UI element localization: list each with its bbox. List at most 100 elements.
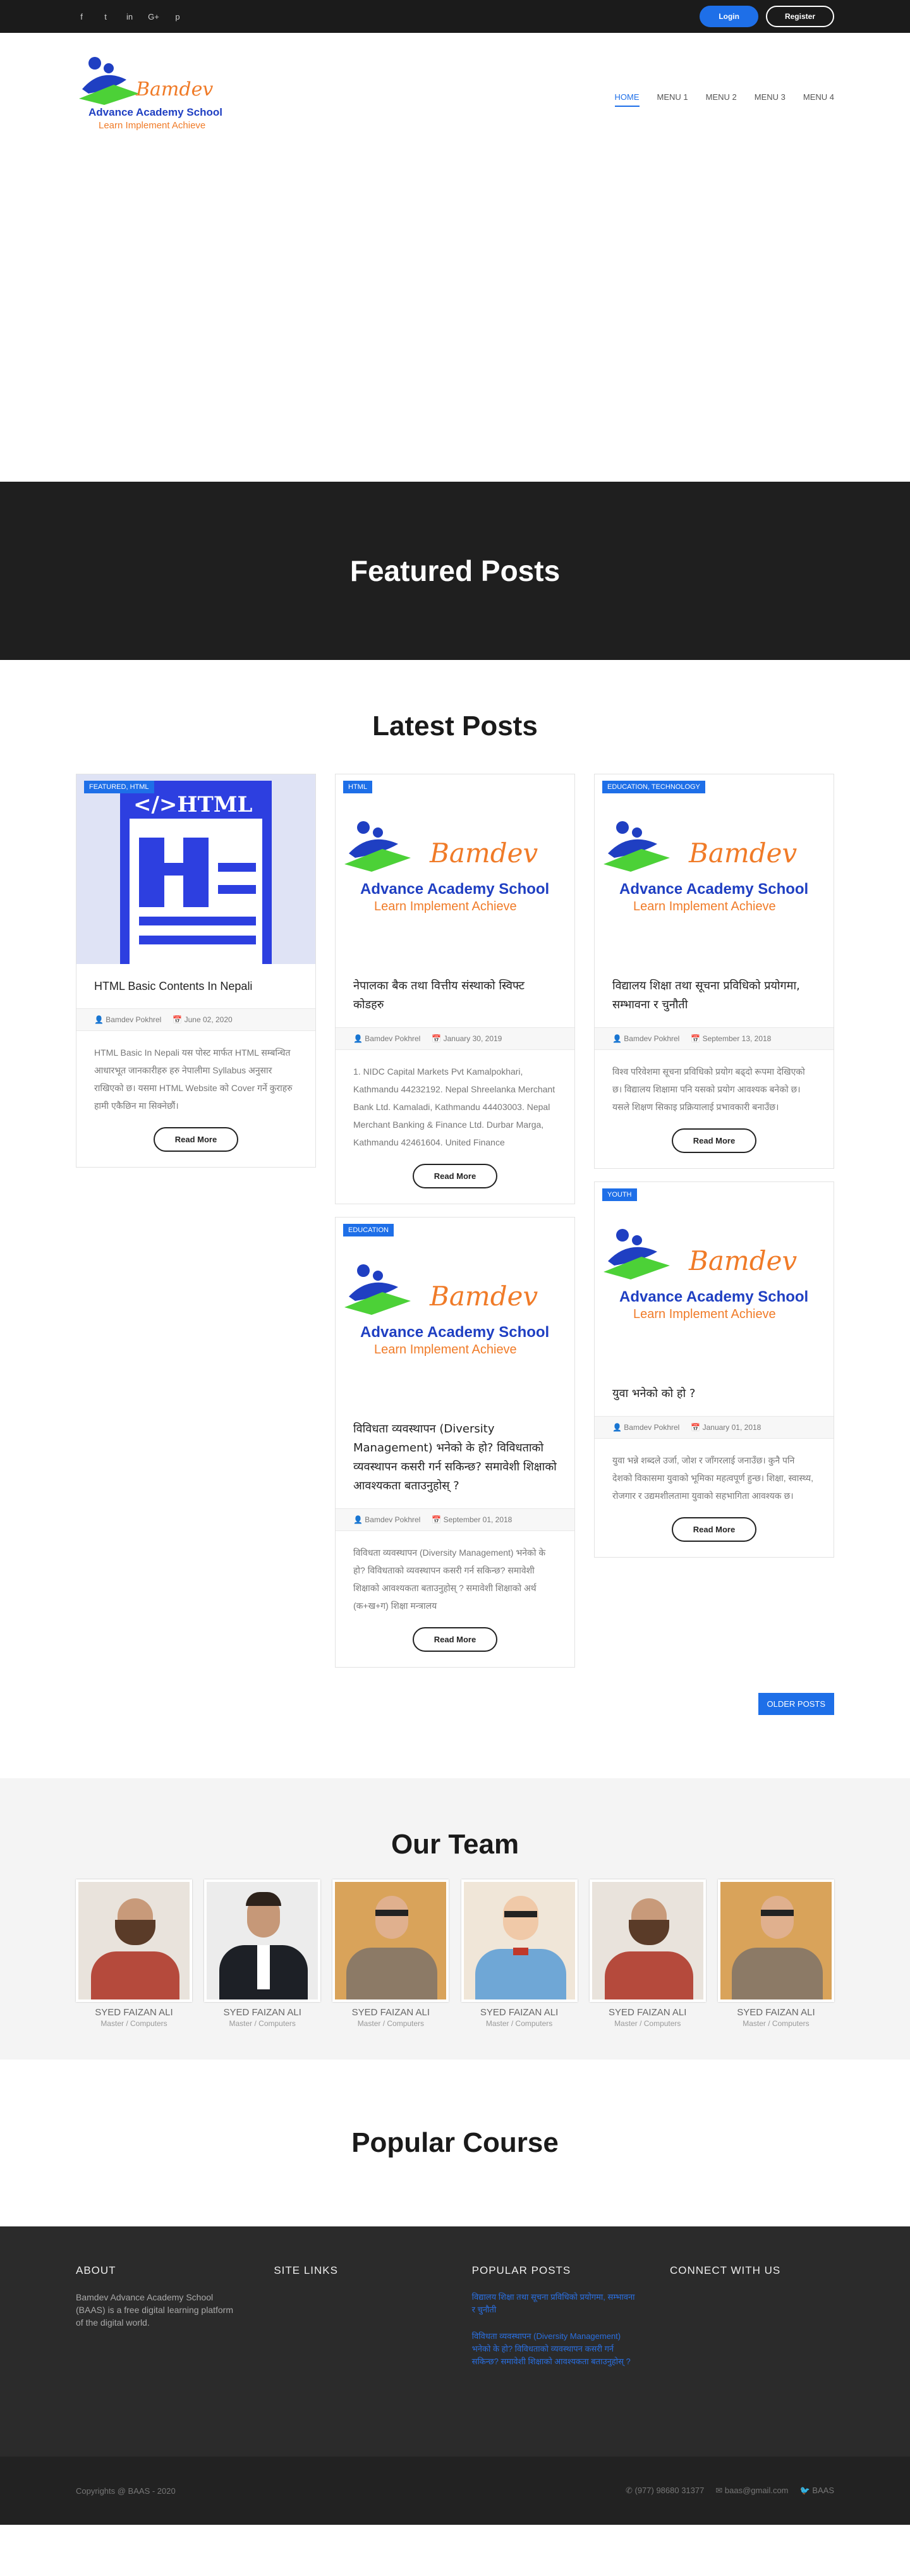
member-name: SYED FAIZAN ALI <box>95 2007 173 2018</box>
logo-line1: Advance Academy School <box>88 106 222 118</box>
post-meta: 👤 Bamdev Pokhrel 📅 September 13, 2018 <box>595 1027 834 1050</box>
top-bar: f t in G+ p Login Register <box>0 0 910 33</box>
featured-banner: Featured Posts <box>0 482 910 660</box>
post-title[interactable]: युवा भनेको को हो ? <box>595 1372 834 1416</box>
post-tag[interactable]: HTML <box>343 781 372 793</box>
nav-menu-4[interactable]: MENU 4 <box>803 92 834 107</box>
post-author: 👤 Bamdev Pokhrel <box>353 1034 421 1043</box>
linkedin-icon[interactable]: in <box>124 12 135 21</box>
post-card: Bamdev Advance Academy School Learn Impl… <box>594 774 834 1169</box>
facebook-icon[interactable]: f <box>76 12 87 21</box>
read-more-button[interactable]: Read More <box>412 1164 498 1188</box>
member-name: SYED FAIZAN ALI <box>223 2007 301 2018</box>
post-title[interactable]: HTML Basic Contents In Nepali <box>76 964 315 1008</box>
logo-image: Bamdev Advance Academy School Learn Impl… <box>341 819 569 920</box>
post-author: 👤 Bamdev Pokhrel <box>612 1034 680 1043</box>
post-image[interactable]: Bamdev Advance Academy School Learn Impl… <box>595 1182 834 1372</box>
posts-column: </>HTML FEATURED, HTML HTML Basic Conten… <box>76 774 316 1168</box>
post-image[interactable]: Bamdev Advance Academy School Learn Impl… <box>595 774 834 964</box>
logo-tagline: Learn Implement Achieve <box>99 120 206 131</box>
popular-post-link[interactable]: विविधता व्यवस्थापन (Diversity Management… <box>472 2330 636 2368</box>
pinterest-icon[interactable]: p <box>172 12 183 21</box>
post-author: 👤 Bamdev Pokhrel <box>94 1015 162 1024</box>
phone-contact[interactable]: ✆ (977) 98680 31377 <box>626 2486 704 2496</box>
post-card: Bamdev Advance Academy School Learn Impl… <box>594 1181 834 1558</box>
read-more-button[interactable]: Read More <box>671 1128 757 1153</box>
image-text-html: </>HTML <box>133 792 253 817</box>
post-date: 📅 June 02, 2020 <box>173 1015 233 1024</box>
team-member: SYED FAIZAN ALI Master / Computers <box>204 1879 321 2028</box>
team-section: Our Team SYED FAIZAN ALI Master / Comput… <box>0 1778 910 2060</box>
pagination: OLDER POSTS <box>76 1693 834 1715</box>
post-author: 👤 Bamdev Pokhrel <box>353 1515 421 1524</box>
post-tag[interactable]: FEATURED, HTML <box>84 781 154 793</box>
twitter-icon[interactable]: t <box>100 12 111 21</box>
post-image[interactable]: </>HTML FEATURED, HTML <box>76 774 315 964</box>
logo-image: Bamdev Advance Academy School Learn Impl… <box>600 819 828 920</box>
nav-menu-2[interactable]: MENU 2 <box>706 92 737 107</box>
post-title[interactable]: नेपालका बैक तथा वित्तीय संस्थाको स्विफ्ट… <box>336 964 574 1027</box>
read-more-button[interactable]: Read More <box>412 1627 498 1652</box>
read-more-button[interactable]: Read More <box>671 1517 757 1542</box>
footer-site-links: SITE LINKS <box>274 2264 438 2431</box>
post-excerpt: 1. NIDC Capital Markets Pvt Kamalpokhari… <box>353 1066 555 1147</box>
popular-course-section: Popular Course <box>0 2060 910 2226</box>
post-date: 📅 January 01, 2018 <box>691 1423 761 1432</box>
post-meta: 👤 Bamdev Pokhrel 📅 January 30, 2019 <box>336 1027 574 1050</box>
footer-connect-title: CONNECT WITH US <box>669 2264 781 2276</box>
popular-post-link[interactable]: विद्यालय शिक्षा तथा सूचना प्रविधिको प्रय… <box>472 2291 636 2316</box>
footer-popular-posts: POPULAR POSTS विद्यालय शिक्षा तथा सूचना … <box>472 2264 636 2431</box>
nav-menu-1[interactable]: MENU 1 <box>657 92 688 107</box>
email-contact[interactable]: ✉ baas@gmail.com <box>715 2486 788 2496</box>
nav-menu-3[interactable]: MENU 3 <box>755 92 786 107</box>
team-member: SYED FAIZAN ALI Master / Computers <box>589 1879 706 2028</box>
team-member: SYED FAIZAN ALI Master / Computers <box>332 1879 449 2028</box>
post-title[interactable]: विविधता व्यवस्थापन (Diversity Management… <box>336 1407 574 1508</box>
twitter-contact[interactable]: 🐦 BAAS <box>800 2486 835 2496</box>
member-role: Master / Computers <box>229 2019 296 2028</box>
social-links: f t in G+ p <box>76 12 183 21</box>
auth-buttons: Login Register <box>700 6 834 27</box>
member-role: Master / Computers <box>485 2019 553 2028</box>
team-title: Our Team <box>391 1829 519 1860</box>
post-date: 📅 September 13, 2018 <box>691 1034 772 1043</box>
site-logo[interactable]: Bamdev Advance Academy School Learn Impl… <box>76 54 228 137</box>
login-button[interactable]: Login <box>700 6 758 27</box>
footer-about-title: ABOUT <box>76 2264 116 2276</box>
member-photo <box>589 1879 706 2002</box>
post-card: </>HTML FEATURED, HTML HTML Basic Conten… <box>76 774 316 1168</box>
post-title[interactable]: विद्यालय शिक्षा तथा सूचना प्रविधिको प्रय… <box>595 964 834 1027</box>
team-member: SYED FAIZAN ALI Master / Computers <box>76 1879 192 2028</box>
footer-bottom-bar: Copyrights @ BAAS - 2020 ✆ (977) 98680 3… <box>0 2457 910 2525</box>
member-role: Master / Computers <box>743 2019 810 2028</box>
member-photo <box>76 1879 192 2002</box>
member-name: SYED FAIZAN ALI <box>351 2007 430 2018</box>
post-date: 📅 January 30, 2019 <box>432 1034 502 1043</box>
post-image[interactable]: Bamdev Advance Academy School Learn Impl… <box>336 774 574 964</box>
post-tag[interactable]: YOUTH <box>602 1188 637 1201</box>
team-member: SYED FAIZAN ALI Master / Computers <box>461 1879 578 2028</box>
posts-grid: </>HTML FEATURED, HTML HTML Basic Conten… <box>76 774 834 1668</box>
post-excerpt: HTML Basic In Nepali यस पोस्ट मार्फत HTM… <box>94 1047 293 1111</box>
team-member: SYED FAIZAN ALI Master / Computers <box>717 1879 834 2028</box>
logo-name: Bamdev <box>136 78 214 101</box>
post-meta: 👤 Bamdev Pokhrel 📅 June 02, 2020 <box>76 1008 315 1031</box>
member-role: Master / Computers <box>614 2019 681 2028</box>
footer-posts-title: POPULAR POSTS <box>471 2264 571 2276</box>
post-card: Bamdev Advance Academy School Learn Impl… <box>335 1217 575 1668</box>
post-tag[interactable]: EDUCATION, TECHNOLOGY <box>602 781 705 793</box>
copyright-text: Copyrights @ BAAS - 2020 <box>76 2486 176 2496</box>
nav-home[interactable]: HOME <box>614 92 640 107</box>
read-more-button[interactable]: Read More <box>153 1127 239 1152</box>
member-name: SYED FAIZAN ALI <box>480 2007 559 2018</box>
post-author: 👤 Bamdev Pokhrel <box>612 1423 680 1432</box>
footer-about-text: Bamdev Advance Academy School (BAAS) is … <box>76 2292 233 2328</box>
post-tag[interactable]: EDUCATION <box>343 1224 394 1236</box>
member-role: Master / Computers <box>100 2019 167 2028</box>
older-posts-button[interactable]: OLDER POSTS <box>758 1693 834 1715</box>
google-plus-icon[interactable]: G+ <box>148 12 159 21</box>
register-button[interactable]: Register <box>765 6 834 27</box>
footer-links-title: SITE LINKS <box>274 2264 338 2276</box>
post-image[interactable]: Bamdev Advance Academy School Learn Impl… <box>336 1218 574 1407</box>
footer-about: ABOUT Bamdev Advance Academy School (BAA… <box>76 2264 240 2431</box>
